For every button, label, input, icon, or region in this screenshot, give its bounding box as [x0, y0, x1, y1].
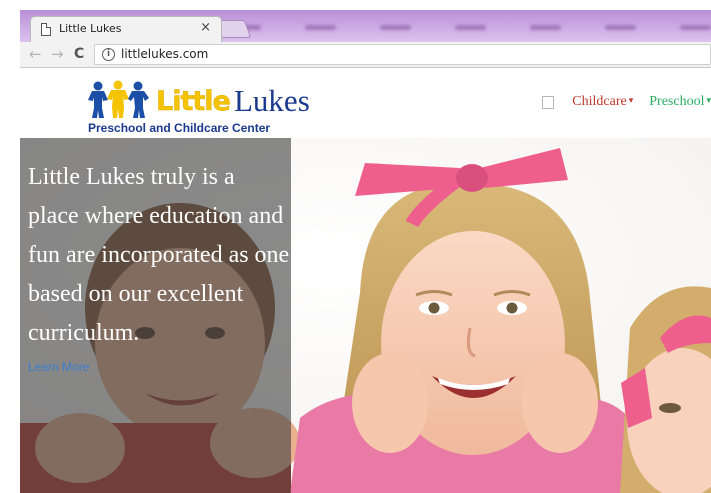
kids-logo-icon: [88, 80, 149, 118]
nav-item-label: Childcare: [572, 94, 627, 109]
menu-placeholder-icon[interactable]: [542, 95, 555, 109]
background-tabs: [220, 16, 711, 38]
nav-item-label: Preschool: [649, 94, 705, 109]
site-logo[interactable]: Little Lukes Preschool and Childcare Cen…: [88, 80, 310, 138]
forward-arrow-icon[interactable]: →: [51, 45, 64, 63]
chevron-down-icon: ▾: [628, 95, 634, 105]
info-icon[interactable]: i: [102, 48, 115, 61]
address-bar[interactable]: i littlelukes.com: [94, 44, 711, 65]
learn-more-link[interactable]: Learn More: [28, 360, 89, 374]
back-arrow-icon[interactable]: ←: [29, 45, 42, 63]
close-tab-icon[interactable]: ×: [200, 20, 211, 35]
nav-item-childcare[interactable]: Childcare ▾: [572, 94, 633, 110]
logo-word-little: Little: [156, 86, 231, 118]
page-icon: [41, 23, 51, 36]
tab-title: Little Lukes: [59, 22, 122, 35]
browser-tab-strip: Little Lukes ×: [20, 10, 711, 42]
main-nav: Childcare ▾ Preschool ▾: [542, 92, 711, 112]
chevron-down-icon: ▾: [706, 95, 711, 105]
hero-banner: Little Lukes truly is a place where educ…: [20, 138, 711, 493]
nav-item-preschool[interactable]: Preschool ▾: [649, 94, 711, 110]
web-page: Little Lukes Preschool and Childcare Cen…: [20, 68, 711, 493]
logo-tagline: Preschool and Childcare Center: [88, 121, 271, 135]
logo-word-lukes: Lukes: [234, 83, 310, 118]
browser-tab-active[interactable]: Little Lukes ×: [30, 16, 222, 42]
hero-text-overlay: Little Lukes truly is a place where educ…: [20, 138, 291, 493]
browser-toolbar: ← → C i littlelukes.com: [20, 42, 711, 68]
reload-icon[interactable]: C: [74, 45, 84, 63]
url-text[interactable]: littlelukes.com: [121, 47, 208, 61]
hero-headline: Little Lukes truly is a place where educ…: [28, 164, 290, 346]
